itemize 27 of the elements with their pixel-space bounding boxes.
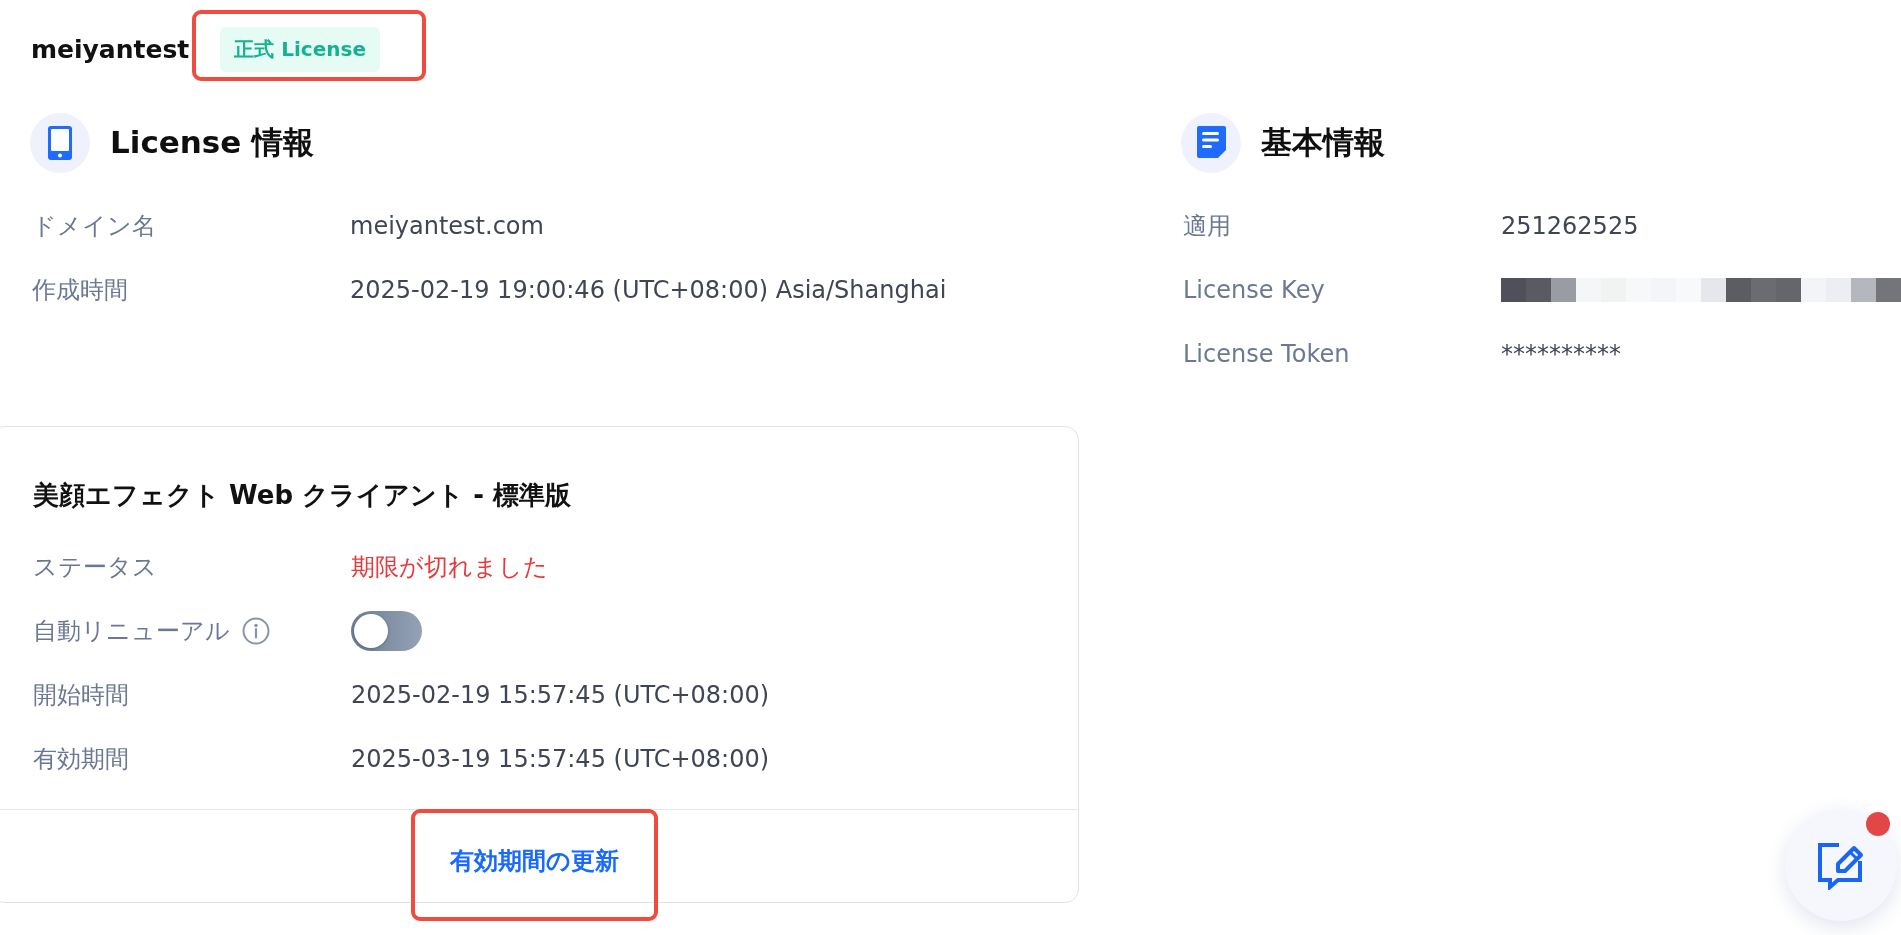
field-label: ステータス [33,552,157,583]
status-value: 期限が切れました [351,552,548,583]
renew-button[interactable]: 有効期間の更新 [436,837,633,885]
license-type-badge: 正式 License [220,27,380,72]
field-value: 2025-03-19 15:57:45 (UTC+08:00) [351,745,770,773]
field-label: ドメイン名 [32,211,157,242]
field-label: License Token [1183,340,1351,368]
document-icon [1181,113,1241,173]
field-value: 251262525 [1501,212,1639,240]
field-value: meiyantest.com [350,212,544,240]
field-label: 自動リニューアル [33,616,230,647]
section-title: 基本情報 [1261,123,1385,162]
info-icon[interactable] [242,617,270,645]
field-value: 2025-02-19 19:00:46 (UTC+08:00) Asia/Shanghai [350,276,947,304]
field-label: 作成時間 [32,275,129,306]
chat-edit-icon [1817,840,1865,890]
section-title: License 情報 [110,123,315,162]
product-title: 美顔エフェクト Web クライアント - 標準版 [33,479,572,512]
field-label: 開始時間 [33,680,129,711]
field-label: 適用 [1183,211,1232,242]
field-label: 有効期間 [33,744,129,775]
tablet-icon [30,113,90,173]
site-title: meiyantest [31,34,190,66]
field-value: ********** [1501,340,1621,368]
toggle-switch[interactable] [351,611,422,651]
field-value: 2025-02-19 15:57:45 (UTC+08:00) [351,681,770,709]
field-label: License Key [1183,276,1326,304]
